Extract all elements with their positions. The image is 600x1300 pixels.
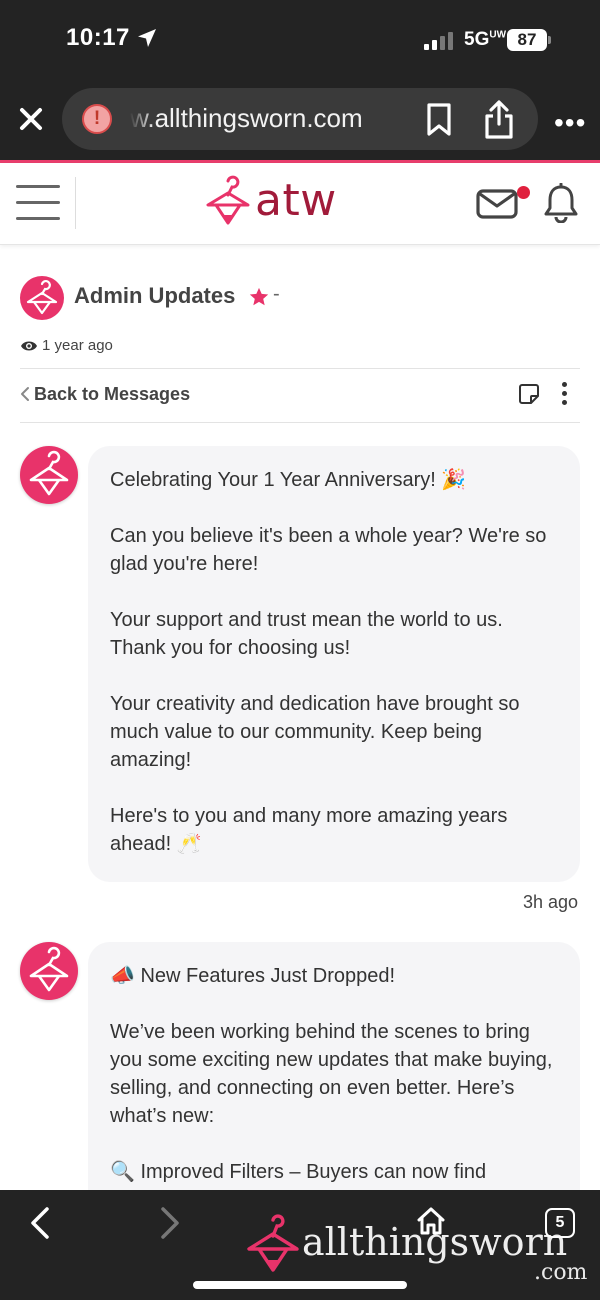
url-text[interactable]: w.allthingsworn.com: [130, 103, 410, 134]
network-label: 5G: [464, 29, 490, 50]
message-avatar[interactable]: [20, 446, 78, 504]
battery-indicator: 87: [507, 29, 547, 51]
message-paragraph: Your support and trust mean the world to…: [110, 609, 503, 659]
watermark-logo: allthingsworn .com: [246, 1214, 600, 1285]
last-seen-text: 1 year ago: [42, 337, 113, 354]
network-suffix: UW: [489, 29, 507, 41]
kebab-menu-icon[interactable]: [556, 382, 572, 408]
message-paragraph: Can you believe it's been a whole year? …: [110, 525, 547, 575]
back-arrow-icon[interactable]: [28, 1206, 52, 1240]
header-divider: [75, 177, 76, 229]
notification-bell-icon[interactable]: [543, 183, 579, 223]
hanger-watermark-icon: [247, 1214, 299, 1272]
star-icon[interactable]: [248, 286, 270, 308]
message-paragraph: Your creativity and dedication have brou…: [110, 693, 520, 771]
message-timestamp: 3h ago: [522, 892, 578, 912]
chevron-left-icon: [21, 387, 29, 401]
unread-indicator-dot: [517, 186, 530, 199]
hanger-logo-icon: [206, 175, 250, 225]
divider-bottom: [20, 422, 580, 423]
admin-avatar[interactable]: [20, 276, 64, 320]
hanger-avatar-icon: [29, 946, 69, 992]
logo-text: atw: [255, 175, 337, 226]
site-header: atw: [0, 163, 600, 245]
ios-top-bar: 10:17 5GUW 87 ! w.allthingsworn.com •••: [0, 0, 600, 160]
status-bar: 10:17 5GUW 87: [0, 0, 600, 80]
divider-top: [20, 368, 580, 369]
status-time: 10:17: [66, 24, 130, 51]
message-paragraph: 📣 New Features Just Dropped!: [110, 965, 396, 987]
message-paragraph: 🔍 Improved Filters – Buyers can now find: [110, 1161, 487, 1183]
message-paragraph: Celebrating Your 1 Year Anniversary! 🎉: [110, 469, 467, 491]
back-to-messages-label: Back to Messages: [34, 384, 191, 404]
title-suffix: -: [273, 283, 280, 305]
home-indicator: [193, 1281, 407, 1289]
site-warning-icon[interactable]: !: [82, 104, 112, 134]
hanger-avatar-icon: [26, 280, 58, 315]
location-arrow-icon: [138, 29, 156, 47]
bookmark-icon[interactable]: [424, 102, 454, 138]
signal-strength-icon: [424, 32, 453, 50]
note-icon[interactable]: [518, 383, 540, 405]
network-type: 5GUW: [464, 29, 506, 51]
menu-hamburger-icon[interactable]: [16, 185, 60, 221]
message-avatar[interactable]: [20, 942, 78, 1000]
message-bubble: Celebrating Your 1 Year Anniversary! 🎉 C…: [88, 446, 580, 882]
address-bar[interactable]: ! w.allthingsworn.com: [62, 88, 538, 150]
close-icon[interactable]: [16, 104, 46, 134]
more-options-icon[interactable]: •••: [554, 109, 586, 137]
watermark-text: allthingsworn: [302, 1220, 568, 1264]
eye-icon: [21, 341, 37, 351]
conversation-title: Admin Updates: [74, 283, 236, 308]
hanger-avatar-icon: [29, 450, 69, 496]
browser-url-row: ! w.allthingsworn.com •••: [0, 84, 600, 160]
battery-tip: [548, 36, 551, 44]
url-fade: [130, 96, 154, 142]
watermark-suffix: .com: [534, 1260, 588, 1285]
message-paragraph: Here's to you and many more amazing year…: [110, 805, 508, 855]
share-icon[interactable]: [482, 100, 516, 140]
forward-arrow-icon[interactable]: [158, 1206, 182, 1240]
message-paragraph: We’ve been working behind the scenes to …: [110, 1021, 553, 1127]
mail-icon[interactable]: [476, 189, 518, 219]
